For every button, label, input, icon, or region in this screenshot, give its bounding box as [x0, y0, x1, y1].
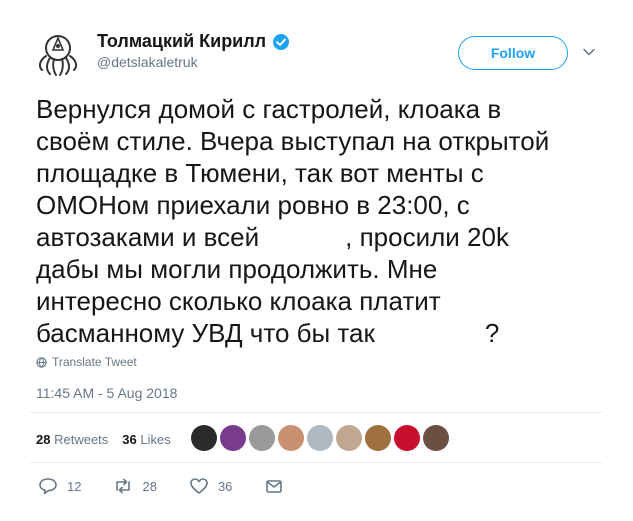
avatar[interactable]: [32, 26, 84, 78]
tweet-line: своём стиле. Вчера выступал на открытой: [36, 126, 550, 156]
reply-count: 12: [67, 478, 82, 494]
globe-icon: [36, 356, 47, 368]
tweet-fragment: ?: [484, 318, 500, 348]
display-name[interactable]: Толмацкий Кирилл: [97, 31, 266, 52]
tweet-line: Вернулся домой с гастролей, клоака в: [36, 94, 502, 124]
octopus-logo-icon: [38, 35, 78, 76]
tweet-actions: 12 28 36: [38, 476, 316, 496]
tweet-stats: 28 Retweets 36 Likes: [36, 424, 185, 454]
tweet-fragment: автозаками и всей: [36, 222, 260, 252]
likes-count: 36: [122, 431, 137, 447]
liker-avatar[interactable]: [394, 425, 420, 451]
tweet-text: Вернулся домой с гастролей, клоака в сво…: [36, 93, 596, 349]
reply-icon: [39, 478, 57, 495]
retweet-button[interactable]: 28: [113, 476, 157, 496]
liker-avatar[interactable]: [336, 425, 362, 451]
liker-avatar[interactable]: [423, 425, 449, 451]
tweet-fragment: , просили 20k: [345, 222, 509, 252]
liker-avatar[interactable]: [278, 425, 304, 451]
retweets-label: Retweets: [54, 431, 109, 447]
divider: [30, 412, 602, 413]
tweet-fragment: басманному УВД что бы так: [36, 318, 375, 348]
divider: [30, 462, 602, 463]
likes-label: Likes: [140, 431, 171, 447]
like-button[interactable]: 36: [189, 476, 232, 496]
tweet-line: автозаками и всей , просили 20k: [36, 221, 596, 253]
tweet-line: площадке в Тюмени, так вот менты с: [36, 158, 484, 188]
translate-tweet-link[interactable]: Translate Tweet: [36, 355, 137, 369]
user-handle[interactable]: @detslakaletruk: [97, 54, 290, 70]
like-count: 36: [217, 478, 233, 494]
retweet-icon: [116, 478, 131, 494]
liker-avatar[interactable]: [249, 425, 275, 451]
likes-stat[interactable]: 36 Likes: [122, 432, 170, 447]
tweet-line: басманному УВД что бы так?: [36, 317, 596, 349]
liker-avatar[interactable]: [307, 425, 333, 451]
tweet-line: ОМОНом приехали ровно в 23:00, с: [36, 190, 470, 220]
retweet-count: 28: [142, 478, 157, 494]
retweets-count: 28: [36, 431, 51, 447]
reply-button[interactable]: 12: [38, 476, 81, 496]
tweet-header: Толмацкий Кирилл @detslakaletruk Follow: [30, 24, 610, 84]
direct-message-button[interactable]: [264, 476, 284, 496]
follow-button[interactable]: Follow: [458, 36, 568, 70]
envelope-icon: [266, 480, 283, 493]
user-info: Толмацкий Кирилл @detslakaletruk: [97, 31, 290, 70]
tweet-timestamp[interactable]: 11:45 AM - 5 Aug 2018: [36, 385, 177, 401]
verified-badge-icon: [272, 33, 290, 51]
tweet-line: интересно сколько клоака платит: [36, 286, 441, 316]
translate-label: Translate Tweet: [52, 355, 137, 369]
heart-icon: [190, 478, 208, 494]
liker-avatar[interactable]: [220, 425, 246, 451]
retweets-stat[interactable]: 28 Retweets: [36, 432, 108, 447]
liker-avatar[interactable]: [365, 425, 391, 451]
chevron-down-icon[interactable]: [581, 44, 597, 60]
tweet-line: дабы мы могли продолжить. Мне: [36, 254, 438, 284]
liker-avatars: [191, 425, 449, 451]
liker-avatar[interactable]: [191, 425, 217, 451]
